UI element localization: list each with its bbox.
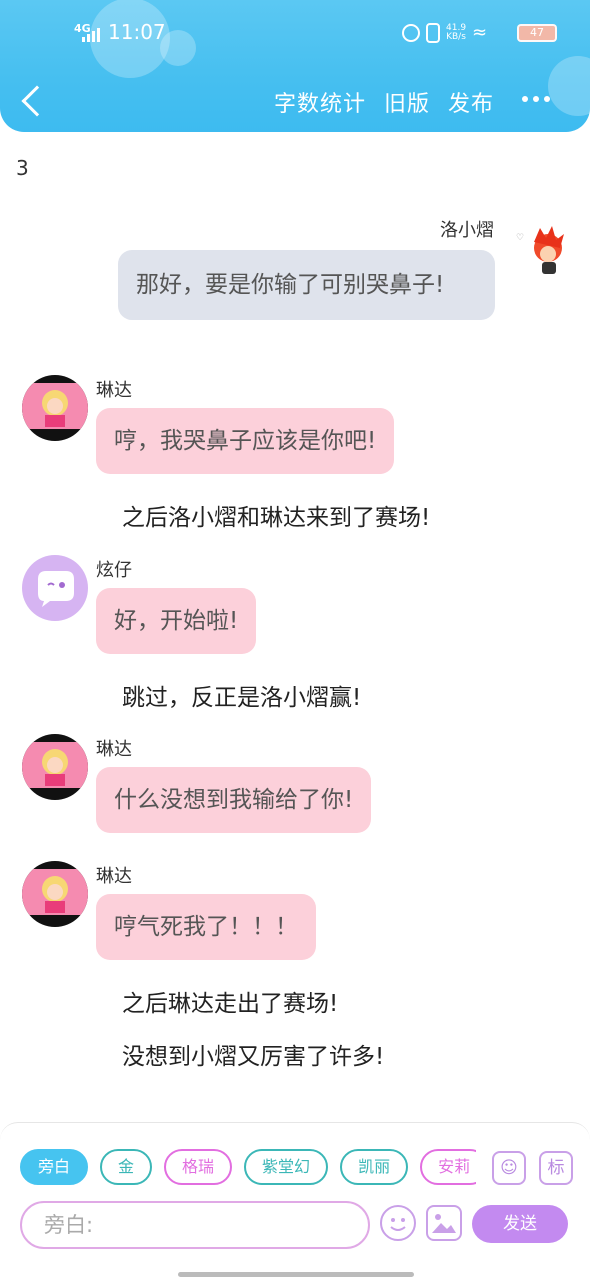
narration-text[interactable]: 跳过，反正是洛小熠赢! [122,678,361,712]
publish-button[interactable]: 发布 [448,86,494,118]
image-icon[interactable] [426,1205,462,1241]
narration-text[interactable]: 之后琳达走出了赛场! [122,984,338,1018]
mark-button[interactable]: 标 [539,1151,573,1185]
message-left[interactable]: 琳达 [96,735,132,761]
status-time: 11:07 [108,20,166,44]
old-version-button[interactable]: 旧版 [384,86,430,118]
narration-text[interactable]: 没想到小熠又厉害了许多! [122,1037,384,1071]
svg-text:♡: ♡ [516,233,524,243]
message-text: 好，开始啦! [96,588,257,654]
speaker-name: 琳达 [96,866,132,887]
signal-icon [82,28,100,42]
message-bubble-left[interactable]: 哼气死我了！！！ [96,894,316,960]
alarm-icon [402,23,420,42]
chip-jin[interactable]: 金 [100,1149,153,1185]
character-manage-icon[interactable]: ☺ [492,1151,526,1185]
word-count-button[interactable]: 字数统计 [274,86,366,118]
chip-narrator[interactable]: 旁白 [20,1149,89,1185]
message-bubble-left[interactable]: 好，开始啦! [96,588,257,654]
message-text: 什么没想到我输给了你! [96,767,372,833]
battery-icon: 47 [517,24,557,42]
chip-kaili[interactable]: 凯丽 [340,1149,409,1185]
message-right[interactable]: 洛小熠 [440,216,494,242]
narration-text[interactable]: 之后洛小熠和琳达来到了赛场! [122,498,430,532]
speaker-name: 琳达 [96,739,132,760]
header-bar: 4G 11:07 41.9 KB/s ≈ 47 字数统计 旧版 发布 [0,0,590,132]
emoji-icon[interactable] [380,1205,416,1241]
chip-geri[interactable]: 格瑞 [164,1149,233,1185]
avatar-luo-xiaoyi[interactable]: ♡ [508,216,574,282]
net-speed-unit: KB/s [446,31,466,42]
message-bubble-right[interactable]: 那好，要是你输了可别哭鼻子! [118,250,495,320]
message-bubble-left[interactable]: 哼，我哭鼻子应该是你吧! [96,408,395,474]
message-text: 哼，我哭鼻子应该是你吧! [96,408,395,474]
wifi-icon: ≈ [472,22,488,43]
message-input[interactable]: 旁白: [20,1201,370,1249]
header-actions: 字数统计 旧版 发布 [274,86,494,118]
speaker-name: 洛小熠 [440,220,494,241]
message-bubble-left[interactable]: 什么没想到我输给了你! [96,767,372,833]
message-left[interactable]: 琳达 [96,376,132,402]
more-icon[interactable] [522,96,550,102]
chip-anli[interactable]: 安莉 [420,1149,476,1185]
status-bar: 4G 11:07 41.9 KB/s ≈ 47 [0,18,590,48]
speaker-name: 琳达 [96,380,132,401]
compose-panel: 旁白金格瑞 紫堂幻 凯丽 安莉 ☺ 标 旁白: 发送 [0,1122,590,1280]
chapter-count: 3 [16,156,29,180]
avatar-linda[interactable] [22,734,88,800]
character-chips: 旁白金格瑞 紫堂幻 凯丽 安莉 [20,1149,476,1189]
chat-editor-page: 4G 11:07 41.9 KB/s ≈ 47 字数统计 旧版 发布 3 洛小熠… [0,0,590,1280]
avatar-linda[interactable] [22,375,88,441]
message-left[interactable]: 琳达 [96,862,132,888]
speaker-name: 炫仔 [96,560,132,581]
decor-bubble [548,56,590,116]
message-left[interactable]: 炫仔 [96,556,132,582]
avatar-linda[interactable] [22,861,88,927]
status-icons: 41.9 KB/s ≈ [402,22,487,43]
avatar-xuanzai[interactable] [22,555,88,621]
net-speed: 41.9 KB/s [446,23,466,42]
message-text: 那好，要是你输了可别哭鼻子! [118,250,495,320]
back-icon[interactable] [21,85,53,117]
vibrate-icon [426,22,440,43]
message-text: 哼气死我了！！！ [96,894,316,960]
send-button[interactable]: 发送 [472,1205,568,1243]
chip-zitanghuan[interactable]: 紫堂幻 [244,1149,329,1185]
home-indicator [178,1272,414,1277]
